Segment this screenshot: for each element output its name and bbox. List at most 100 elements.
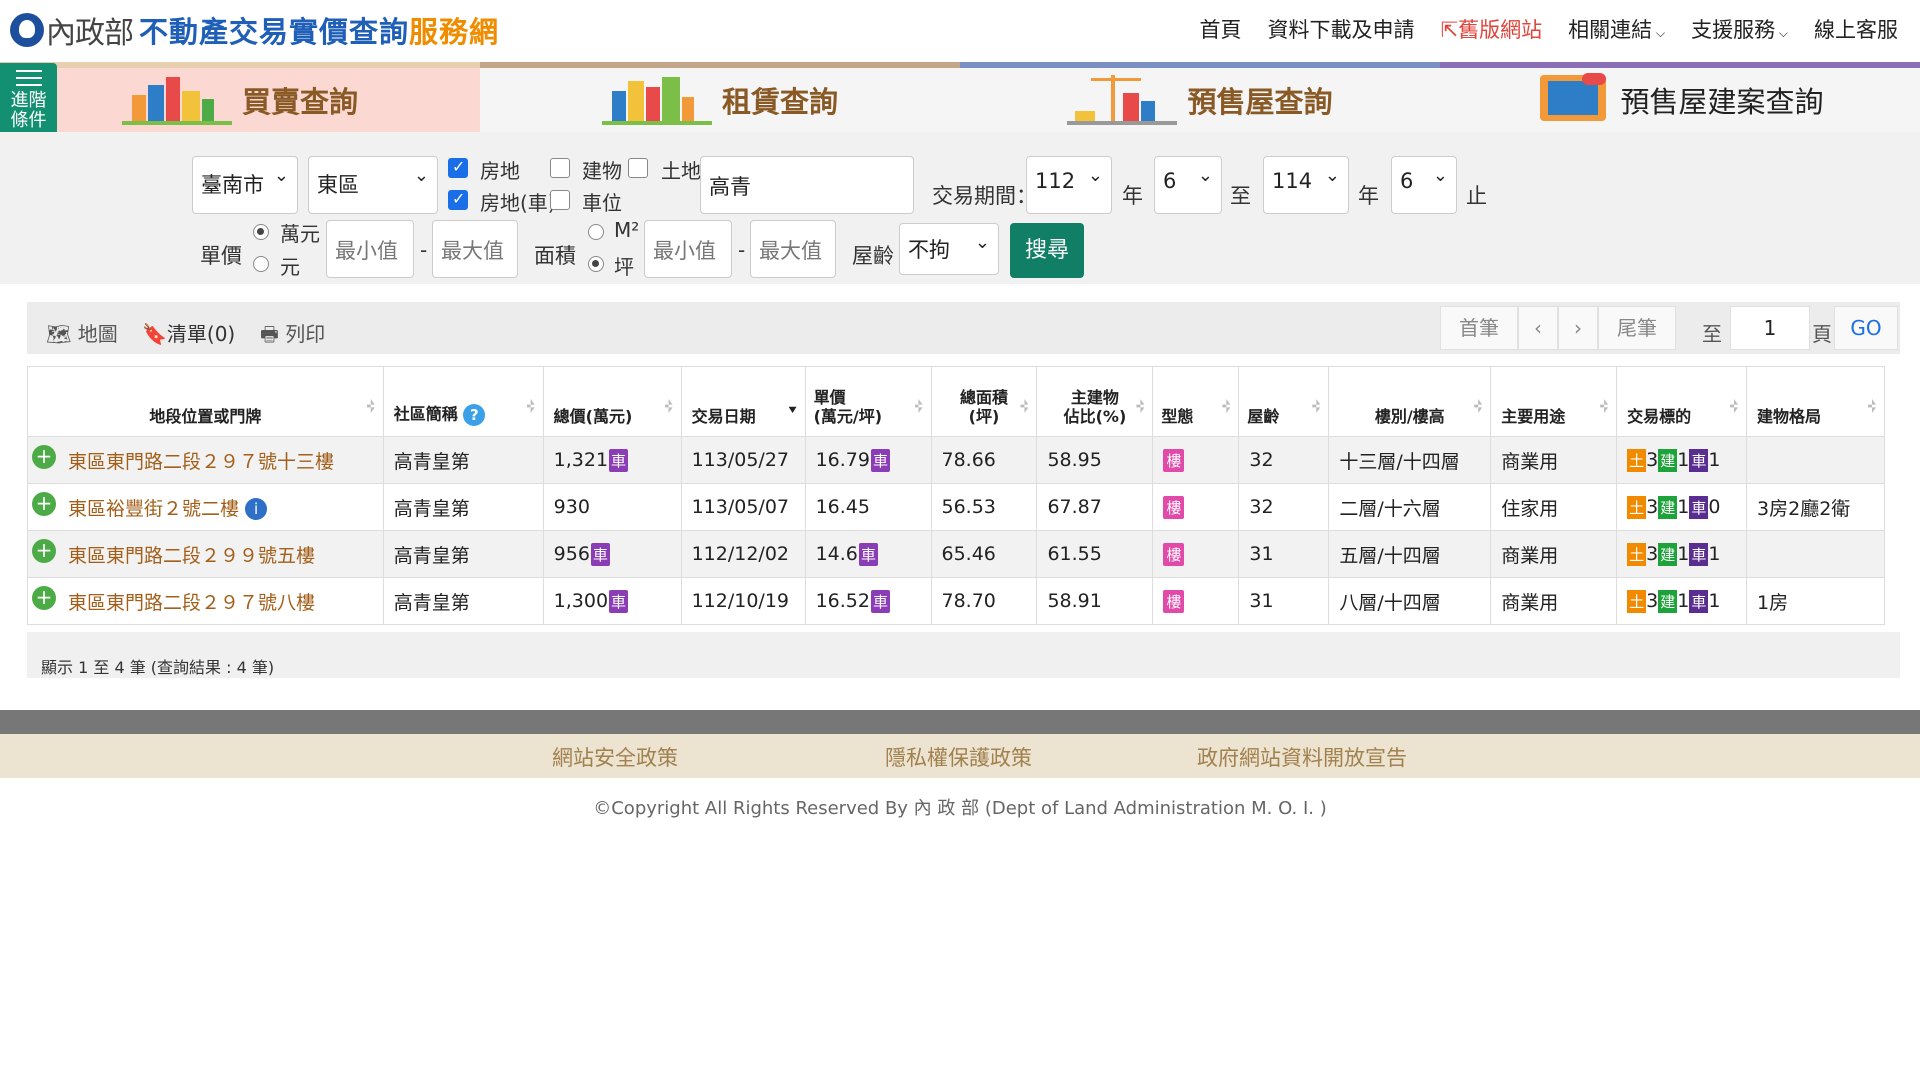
- nav-home[interactable]: 首頁: [1200, 14, 1242, 44]
- checkbox-building[interactable]: [550, 158, 570, 178]
- go-button[interactable]: GO: [1834, 306, 1898, 350]
- expand-plus-icon[interactable]: +: [32, 539, 56, 563]
- col-unit-price[interactable]: 單價 (萬元/坪): [804, 366, 932, 437]
- nav-online-service[interactable]: 線上客服: [1814, 14, 1898, 44]
- tab-presale[interactable]: 預售屋查詢: [960, 62, 1440, 132]
- checkbox-house-land-car[interactable]: [448, 189, 468, 210]
- col-target-label: 交易標的: [1627, 407, 1692, 426]
- area-min-input[interactable]: 最小值: [644, 220, 732, 278]
- col-community[interactable]: 社區簡稱 ?: [382, 366, 544, 437]
- checkbox-land[interactable]: [628, 158, 648, 178]
- radio-area-ping[interactable]: [588, 256, 604, 272]
- parking-badge: 車: [870, 448, 890, 472]
- tab-sale[interactable]: 買賣查詢: [0, 62, 480, 132]
- col-unit-price-label: 單價 (萬元/坪): [813, 388, 883, 426]
- footer-link-privacy[interactable]: 隱私權保護政策: [885, 742, 1032, 772]
- footer-link-open-data[interactable]: 政府網站資料開放宣告: [1197, 742, 1407, 772]
- radio-unit-yuan[interactable]: [253, 256, 269, 272]
- footer-link-security[interactable]: 網站安全政策: [552, 742, 678, 772]
- cell-unit-price: 16.52 車: [804, 577, 932, 625]
- parking-badge: 車: [590, 542, 610, 566]
- checkbox-house-land[interactable]: [448, 157, 468, 178]
- label-unit-wan: 萬元: [280, 222, 320, 246]
- cell-use: 商業用: [1490, 436, 1618, 484]
- col-main-ratio[interactable]: 主建物 佔比(%): [1036, 366, 1154, 437]
- tab-rent[interactable]: 租賃查詢: [480, 62, 960, 132]
- to-year-select[interactable]: 114: [1263, 156, 1349, 214]
- cell-address[interactable]: + 東區東門路二段２９７號八樓: [27, 577, 384, 625]
- parking-badge: 車: [870, 589, 890, 613]
- presale-project-icon: [1536, 73, 1610, 125]
- last-page-button[interactable]: 尾筆: [1598, 306, 1676, 350]
- district-select[interactable]: 東區: [308, 156, 438, 214]
- unit-price-value: 16.45: [815, 496, 870, 518]
- table-row[interactable]: + 東區裕豐街２號二樓 i 高青皇第 930 113/05/07 16.45 56.53 67…: [27, 483, 1885, 531]
- col-total-price[interactable]: 總價(萬元): [542, 366, 682, 437]
- col-type[interactable]: 型態: [1152, 366, 1240, 437]
- table-row[interactable]: + 東區東門路二段２９７號十三樓 高青皇第 1,321 車 113/05/27 16.79 車…: [27, 436, 1885, 484]
- cell-total-price: 1,300 車: [542, 577, 682, 625]
- radio-unit-wan[interactable]: [253, 224, 269, 240]
- address-text: 東區東門路二段２９７號八樓: [68, 591, 316, 614]
- cell-layout: [1746, 436, 1885, 484]
- col-age-label: 屋齡: [1247, 407, 1280, 426]
- list-button[interactable]: 🔖清單(0): [142, 318, 235, 347]
- from-month-select[interactable]: 6: [1154, 156, 1222, 214]
- area-max-placeholder: 最大值: [759, 239, 822, 263]
- site-logo[interactable]: 內政部 不動產交易實價查詢服務網: [10, 10, 499, 51]
- tab-presale-project[interactable]: 預售屋建案查詢: [1440, 62, 1920, 132]
- building-count: 1: [1677, 542, 1690, 565]
- help-icon[interactable]: ?: [463, 404, 486, 426]
- col-area[interactable]: 總面積 (坪): [930, 366, 1038, 437]
- expand-plus-icon[interactable]: +: [32, 445, 56, 469]
- to-month-select[interactable]: 6: [1391, 156, 1457, 214]
- unit-price-min-input[interactable]: 最小值: [326, 220, 414, 278]
- col-address[interactable]: 地段位置或門牌: [27, 366, 384, 437]
- col-target[interactable]: 交易標的: [1616, 366, 1748, 437]
- cell-address[interactable]: + 東區東門路二段２９９號五樓: [27, 530, 384, 578]
- total-price-value: 956: [553, 542, 590, 565]
- period-end-label: 止: [1466, 184, 1487, 208]
- col-layout[interactable]: 建物格局: [1746, 366, 1885, 437]
- ministry-emblem-icon: [10, 13, 44, 47]
- cell-use: 住家用: [1490, 483, 1618, 531]
- expand-plus-icon[interactable]: +: [32, 492, 56, 516]
- city-select[interactable]: 臺南市: [192, 156, 298, 214]
- cell-address[interactable]: + 東區東門路二段２９７號十三樓: [27, 436, 384, 484]
- expand-plus-icon[interactable]: +: [32, 586, 56, 610]
- table-row[interactable]: + 東區東門路二段２９７號八樓 高青皇第 1,300 車 112/10/19 16.52 車 7…: [27, 577, 1885, 625]
- page-number-input[interactable]: 1: [1730, 306, 1810, 350]
- building-badge: 建: [1658, 542, 1678, 566]
- to-year-unit: 年: [1358, 184, 1379, 208]
- nav-related-links[interactable]: 相關連結: [1568, 14, 1665, 44]
- map-button[interactable]: 🗺 地圖: [46, 318, 118, 347]
- label-building: 建物: [582, 159, 622, 183]
- info-icon[interactable]: i: [245, 498, 268, 520]
- prev-page-button[interactable]: ‹: [1518, 306, 1558, 350]
- col-age[interactable]: 屋齡: [1238, 366, 1330, 437]
- type-badge: 樓: [1163, 542, 1185, 566]
- nav-download[interactable]: 資料下載及申請: [1268, 14, 1415, 44]
- col-date[interactable]: 交易日期: [680, 366, 806, 437]
- unit-price-max-input[interactable]: 最大值: [432, 220, 518, 278]
- tab-presale-label: 預售屋查詢: [1187, 85, 1333, 119]
- nav-support[interactable]: 支援服務: [1691, 14, 1788, 44]
- advanced-filter-button[interactable]: 進階條件: [0, 63, 57, 139]
- age-select[interactable]: 不拘: [899, 223, 999, 275]
- keyword-input[interactable]: 高青: [700, 156, 914, 214]
- col-floor[interactable]: 樓別/樓高: [1328, 366, 1492, 437]
- list-button-label: 清單(0): [166, 322, 236, 346]
- next-page-button[interactable]: ›: [1558, 306, 1598, 350]
- print-button[interactable]: 🖶 列印: [260, 318, 325, 354]
- checkbox-parking[interactable]: [550, 190, 570, 210]
- ministry-name: 內政部: [46, 16, 134, 51]
- search-button[interactable]: 搜尋: [1010, 223, 1084, 278]
- radio-area-m2[interactable]: [588, 224, 604, 240]
- table-row[interactable]: + 東區東門路二段２９９號五樓 高青皇第 956 車 112/12/02 14.6 車 65.4…: [27, 530, 1885, 578]
- nav-old-site[interactable]: ⇱舊版網站: [1441, 14, 1543, 44]
- col-use[interactable]: 主要用途: [1490, 366, 1618, 437]
- cell-address[interactable]: + 東區裕豐街２號二樓 i: [27, 483, 384, 531]
- first-page-button[interactable]: 首筆: [1440, 306, 1518, 350]
- area-max-input[interactable]: 最大值: [750, 220, 836, 278]
- from-year-select[interactable]: 112: [1026, 156, 1112, 214]
